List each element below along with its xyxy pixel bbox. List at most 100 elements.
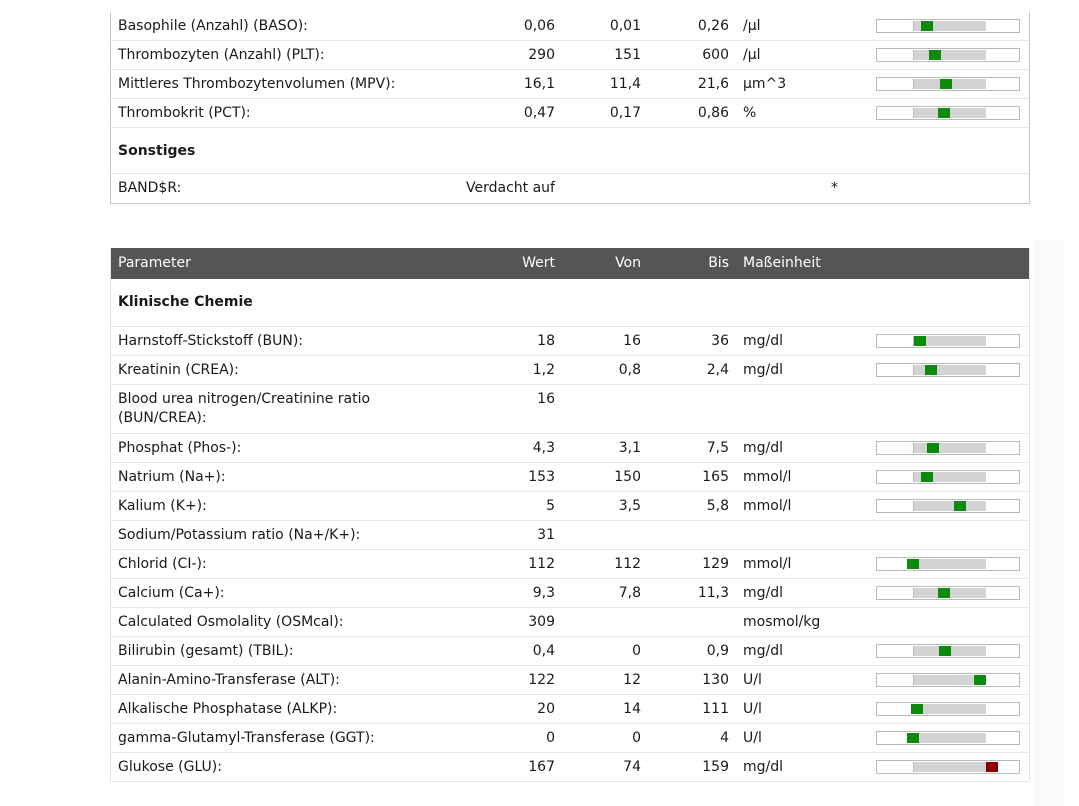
parameter-name: Glukose (GLU): xyxy=(118,759,222,775)
parameter-name: Basophile (Anzahl) (BASO): xyxy=(118,18,308,34)
reference-range-gauge xyxy=(876,470,1020,484)
clinical-chemistry-panel: Parameter Wert Von Bis Maßeinheit Klinis… xyxy=(110,248,1030,782)
reference-band xyxy=(913,733,986,743)
table-row: Bilirubin (gesamt) (TBIL): 0,4 0 0,9 mg/dl xyxy=(111,637,1029,666)
range-max: 111 xyxy=(702,701,729,717)
value-text: 0 xyxy=(546,730,555,746)
reference-range-gauge xyxy=(876,760,1020,774)
table-row: Harnstoff-Stickstoff (BUN): 18 16 36 mg/dl xyxy=(111,327,1029,356)
panel-shadow xyxy=(1034,240,1064,806)
table-row: Thrombokrit (PCT): 0,47 0,17 0,86% xyxy=(111,99,1029,128)
header-unit: Maßeinheit xyxy=(743,255,821,271)
range-max: 600 xyxy=(702,47,729,63)
range-max: 5,8 xyxy=(706,498,729,514)
value-text: 153 xyxy=(528,469,555,485)
unit-text: mosmol/kg xyxy=(743,614,821,630)
range-max: 0,26 xyxy=(697,18,729,34)
range-min: 12 xyxy=(623,672,641,688)
unit-text: /µl xyxy=(743,47,761,63)
range-min: 0,8 xyxy=(618,362,641,378)
reference-range-gauge xyxy=(876,334,1020,348)
range-min: 11,4 xyxy=(609,76,641,92)
value-text: 1,2 xyxy=(532,362,555,378)
value-marker xyxy=(914,336,927,346)
parameter-name: Chlorid (CI-): xyxy=(118,556,207,572)
range-max: 0,86 xyxy=(697,105,729,121)
table-row: Calculated Osmolality (OSMcal): 309 mosmol… xyxy=(111,608,1029,637)
value-text: 16 xyxy=(537,391,555,407)
range-min: 74 xyxy=(623,759,641,775)
table-row: Calcium (Ca+): 9,3 7,8 11,3 mg/dl xyxy=(111,579,1029,608)
range-max: 7,5 xyxy=(706,440,729,456)
parameter-name: Thrombokrit (PCT): xyxy=(118,105,251,121)
range-max: 21,6 xyxy=(697,76,729,92)
reference-band xyxy=(913,704,986,714)
range-min: 0,01 xyxy=(609,18,641,34)
value-text: 167 xyxy=(528,759,555,775)
clinical-chemistry-rows: Harnstoff-Stickstoff (BUN): 18 16 36 mg/dl Kr… xyxy=(111,327,1029,782)
value-marker xyxy=(937,588,950,598)
parameter-name: gamma-Glutamyl-Transferase (GGT): xyxy=(118,730,375,746)
parameter-name: Alkalische Phosphatase (ALKP): xyxy=(118,701,338,717)
flag-marker: * xyxy=(831,180,838,196)
value-marker xyxy=(938,108,951,118)
range-min: 7,8 xyxy=(618,585,641,601)
reference-band xyxy=(913,501,986,511)
parameter-name: Natrium (Na+): xyxy=(118,469,226,485)
range-max: 130 xyxy=(702,672,729,688)
unit-text: U/l xyxy=(743,701,762,717)
section-row-sonstiges: Sonstiges xyxy=(111,128,1029,174)
reference-range-gauge xyxy=(876,702,1020,716)
table-row: Kalium (K+): 5 3,5 5,8 mmol/l xyxy=(111,492,1029,521)
table-row: Basophile (Anzahl) (BASO): 0,06 0,01 0,26/µ… xyxy=(111,12,1029,41)
table-row: gamma-Glutamyl-Transferase (GGT): 0 0 4 U/l xyxy=(111,724,1029,753)
reference-range-gauge xyxy=(876,644,1020,658)
reference-range-gauge xyxy=(876,441,1020,455)
reference-range-gauge xyxy=(876,673,1020,687)
value-text: 122 xyxy=(528,672,555,688)
value-marker xyxy=(953,501,966,511)
section-title: Klinische Chemie xyxy=(118,294,253,310)
unit-text: mg/dl xyxy=(743,759,784,775)
reference-range-gauge xyxy=(876,19,1020,33)
parameter-name: Kreatinin (CREA): xyxy=(118,362,239,378)
range-min: 150 xyxy=(614,469,641,485)
value-marker xyxy=(926,443,939,453)
parameter-name: Sodium/Potassium ratio (Na+/K+): xyxy=(118,527,361,543)
range-min: 14 xyxy=(623,701,641,717)
value-text: 4,3 xyxy=(532,440,555,456)
value-text: 0,4 xyxy=(532,643,555,659)
value-marker xyxy=(911,704,924,714)
table-row: Chlorid (CI-): 112 112 129 mmol/l xyxy=(111,550,1029,579)
header-bis: Bis xyxy=(708,255,729,271)
range-min: 3,1 xyxy=(618,440,641,456)
value-marker xyxy=(925,365,937,375)
parameter-name: BAND$R: xyxy=(118,180,182,196)
value-marker xyxy=(907,559,919,569)
value-text: 309 xyxy=(528,614,555,630)
table-row: Mittleres Thrombozytenvolumen (MPV): 16,1… xyxy=(111,70,1029,99)
unit-text: µm^3 xyxy=(743,76,787,92)
table-row: Sodium/Potassium ratio (Na+/K+): 31 xyxy=(111,521,1029,550)
unit-text: mmol/l xyxy=(743,469,792,485)
table-row-band: BAND$R: Verdacht auf * xyxy=(111,174,1029,203)
unit-text: mmol/l xyxy=(743,498,792,514)
table-row: Glukose (GLU): 167 74 159 mg/dl xyxy=(111,753,1029,782)
value-text: 290 xyxy=(528,47,555,63)
parameter-name: Kalium (K+): xyxy=(118,498,207,514)
value-marker xyxy=(974,675,987,685)
header-parameter: Parameter xyxy=(118,255,191,271)
reference-band xyxy=(913,365,986,375)
value-text: 0,06 xyxy=(523,18,555,34)
parameter-name: Blood urea nitrogen/Creatinine ratio (BU… xyxy=(118,391,371,426)
value-text: 20 xyxy=(537,701,555,717)
range-min: 16 xyxy=(623,333,641,349)
value-marker xyxy=(985,762,998,772)
range-min: 3,5 xyxy=(618,498,641,514)
table-row: Thrombozyten (Anzahl) (PLT): 290 151 600/µl xyxy=(111,41,1029,70)
value-text: 16,1 xyxy=(523,76,555,92)
table-row: Natrium (Na+): 153 150 165 mmol/l xyxy=(111,463,1029,492)
parameter-name: Mittleres Thrombozytenvolumen (MPV): xyxy=(118,76,396,92)
range-max: 0,9 xyxy=(706,643,729,659)
reference-range-gauge xyxy=(876,106,1020,120)
